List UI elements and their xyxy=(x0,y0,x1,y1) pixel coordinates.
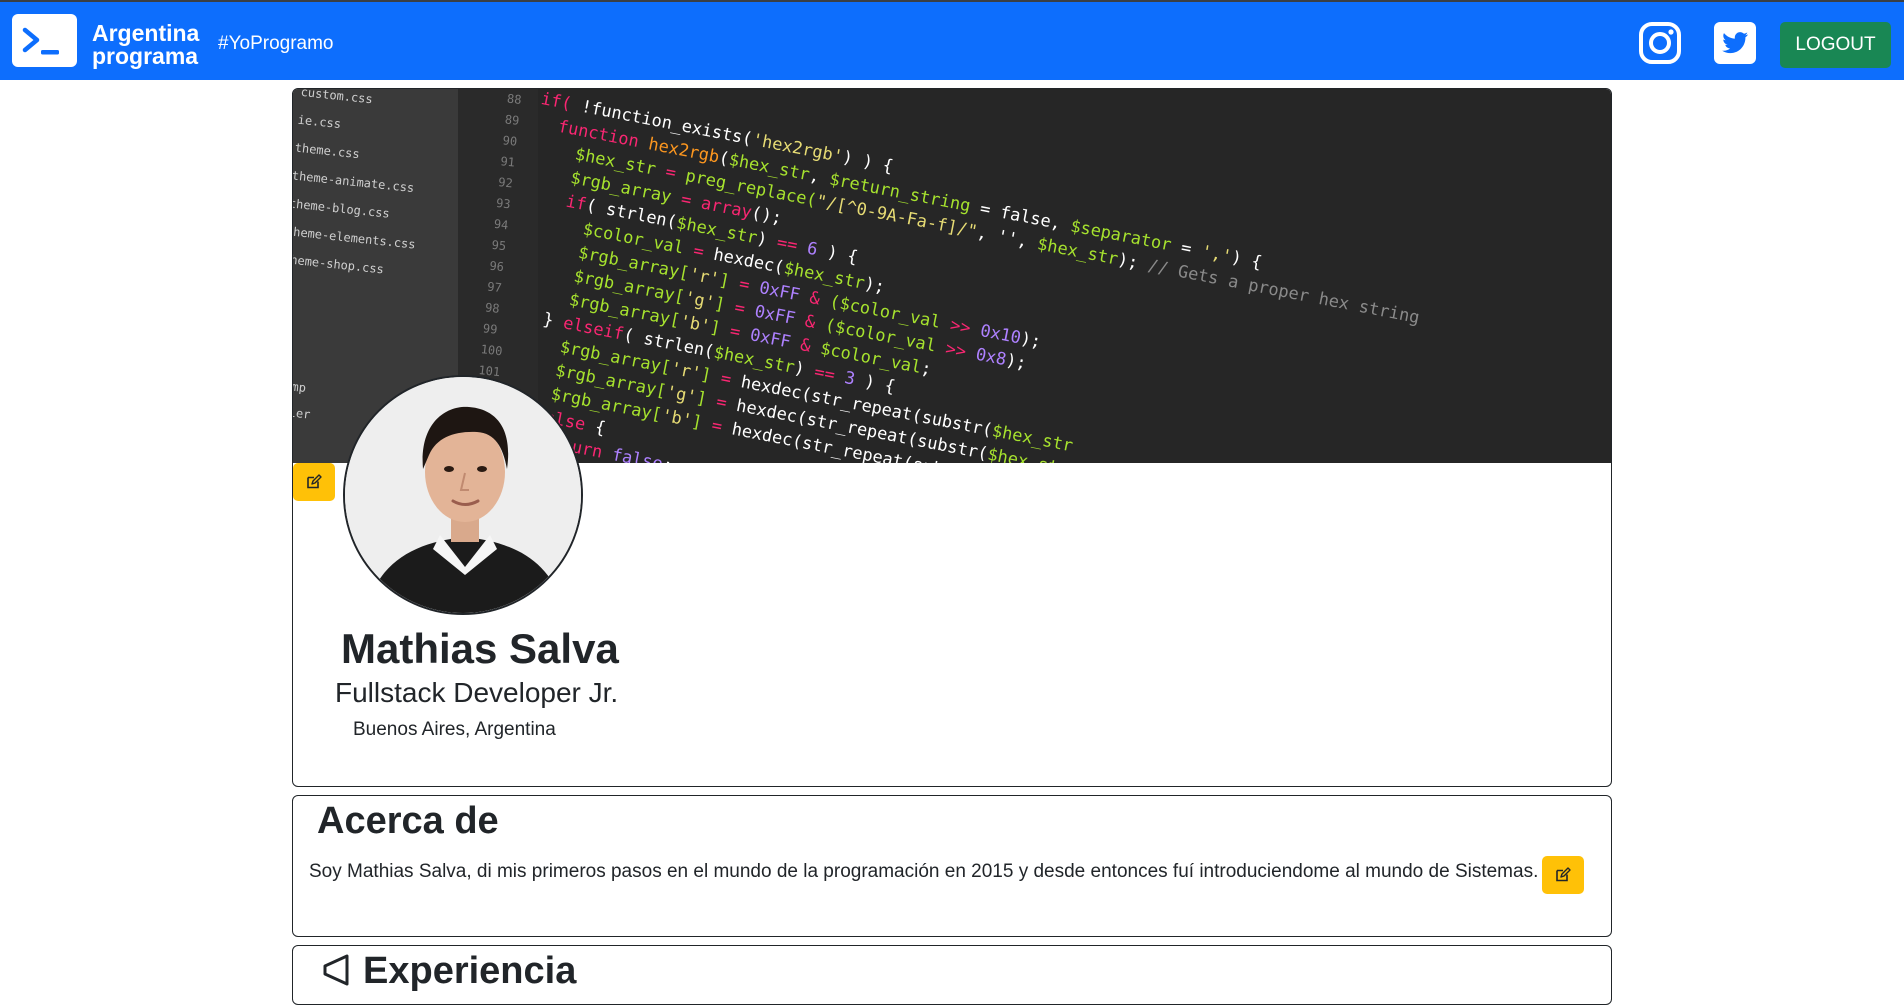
svg-text:100: 100 xyxy=(480,342,503,358)
svg-text:theme-animate.css: theme-animate.css xyxy=(293,168,415,195)
svg-text:custom.css: custom.css xyxy=(300,89,373,106)
logout-button[interactable]: LOGOUT xyxy=(1780,22,1891,68)
svg-text:91: 91 xyxy=(500,154,516,169)
svg-text:theme.css: theme.css xyxy=(294,141,360,162)
terminal-icon xyxy=(22,27,59,55)
brand-name[interactable]: Argentina programa xyxy=(92,22,199,68)
edit-icon xyxy=(1556,867,1572,882)
svg-text:mailer: mailer xyxy=(293,403,311,421)
svg-text:theme-shop.css: theme-shop.css xyxy=(293,252,385,276)
instagram-icon[interactable] xyxy=(1638,21,1682,65)
svg-text:92: 92 xyxy=(498,175,514,190)
svg-text:89: 89 xyxy=(504,112,520,127)
about-card: Acerca de Soy Mathias Salva, di mis prim… xyxy=(292,795,1612,937)
profile-name: Mathias Salva xyxy=(341,625,619,672)
about-text: Soy Mathias Salva, di mis primeros pasos… xyxy=(309,861,1539,882)
hashtag-label: #YoProgramo xyxy=(218,33,334,54)
brand-line-2: programa xyxy=(92,43,199,69)
top-navbar: Argentina programa #YoProgramo LOGOUT xyxy=(0,0,1904,80)
svg-text:99: 99 xyxy=(482,321,498,336)
svg-text:theme-blog.css: theme-blog.css xyxy=(293,196,390,220)
profile-avatar xyxy=(343,375,583,615)
about-body: Soy Mathias Salva, di mis primeros pasos… xyxy=(309,856,1599,894)
svg-text:93: 93 xyxy=(495,196,511,211)
edit-icon xyxy=(307,474,322,489)
profile-location: Buenos Aires, Argentina xyxy=(353,719,556,740)
logo[interactable] xyxy=(12,14,77,67)
svg-text:90: 90 xyxy=(502,133,518,148)
about-heading: Acerca de xyxy=(317,800,499,842)
edit-about-button[interactable] xyxy=(1542,856,1585,894)
svg-text:theme-elements.css: theme-elements.css xyxy=(293,224,416,252)
profile-job-title: Fullstack Developer Jr. xyxy=(335,677,619,708)
svg-text:chimp: chimp xyxy=(293,377,307,395)
brand-line-1: Argentina xyxy=(92,20,200,46)
profile-card: custom.css ie.css theme.css theme-animat… xyxy=(292,88,1612,787)
megaphone-icon xyxy=(323,954,349,986)
svg-text:98: 98 xyxy=(484,300,500,315)
svg-text:ie.css: ie.css xyxy=(297,113,342,131)
svg-text:88: 88 xyxy=(506,92,522,107)
svg-text:97: 97 xyxy=(487,280,503,295)
avatar-photo xyxy=(345,377,581,613)
experience-heading: Experiencia xyxy=(363,950,577,992)
svg-text:96: 96 xyxy=(489,259,505,274)
experience-card: Experiencia xyxy=(292,945,1612,1005)
edit-banner-button[interactable] xyxy=(293,463,335,501)
svg-text:94: 94 xyxy=(493,217,509,232)
svg-text:95: 95 xyxy=(491,238,507,253)
twitter-icon[interactable] xyxy=(1713,21,1757,65)
